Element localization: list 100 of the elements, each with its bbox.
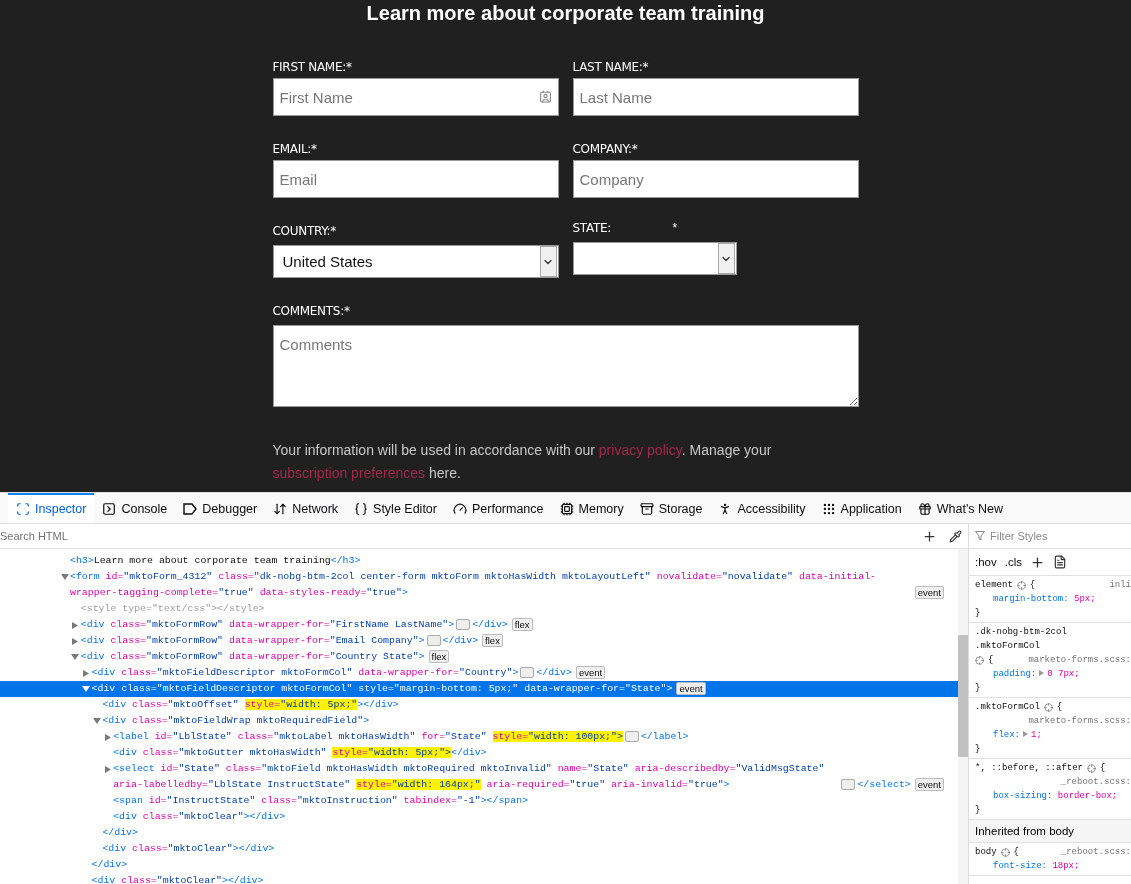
- code-text: <div class="mktoGutter mktoHasWidth" style="width: 5px;"></div>: [113, 746, 487, 760]
- chip-icon: [559, 502, 574, 516]
- node-badge[interactable]: event: [575, 666, 606, 679]
- code-text: <div class="mktoFieldDescriptor mktoFormCol" style="margin-bottom: 5px;" data-wrapper-for="State">: [91, 682, 673, 696]
- node-badge[interactable]: flex: [482, 634, 503, 647]
- rule-selector: .mktoFormCol: [975, 701, 1040, 714]
- expand-arrow-icon[interactable]: [71, 638, 80, 645]
- crosshair-icon[interactable]: [1087, 763, 1097, 773]
- rule-source[interactable]: marketo-forms.scss:: [1028, 714, 1131, 728]
- field-label: EMAIL:*: [272, 141, 317, 156]
- collapsed-content-icon[interactable]: [520, 667, 535, 678]
- style-toggle[interactable]: :hov: [975, 556, 997, 568]
- collapsed-content-icon[interactable]: [624, 731, 639, 742]
- document-icon[interactable]: [1053, 555, 1067, 569]
- field-label: COMPANY:*: [572, 141, 638, 156]
- gift-icon: [917, 502, 932, 516]
- css-declaration: box-sizing: border-box;: [992, 790, 1119, 803]
- code-text: <div class="mktoFormRow" data-wrapper-for="FirstName LastName">: [80, 618, 455, 632]
- devtools-tab[interactable]: Network: [265, 493, 347, 523]
- node-badge[interactable]: flex: [511, 618, 533, 631]
- text-field[interactable]: Email: [272, 160, 559, 198]
- consent-text: Your information will be used in accordance with our privacy policy. Manage your subscription preferences here.: [272, 441, 773, 483]
- code-text: <div class="mktoFieldWrap mktoRequiredField">: [102, 714, 370, 728]
- tag-icon: [183, 503, 198, 515]
- rule-brace: {: [988, 654, 994, 667]
- dropdown-button[interactable]: [539, 246, 557, 277]
- rule-source[interactable]: marketo-forms.scss:: [1028, 653, 1131, 667]
- devtools-tab[interactable]: Console: [94, 493, 176, 523]
- arrows-icon: [273, 502, 288, 516]
- gauge-icon: [452, 502, 467, 516]
- rule-source[interactable]: inli: [1109, 578, 1131, 592]
- code-text: <div class="mktoFormRow" data-wrapper-for="Country State">: [80, 650, 425, 664]
- rule-source[interactable]: _reboot.scss:: [1060, 775, 1131, 789]
- contact-card-icon[interactable]: [538, 90, 552, 103]
- expand-arrow-icon[interactable]: [82, 686, 91, 693]
- devtools-tab[interactable]: Storage: [631, 493, 711, 523]
- crosshair-icon[interactable]: [1016, 580, 1026, 590]
- expand-arrow-icon[interactable]: [103, 734, 112, 741]
- crosshair-icon[interactable]: [975, 655, 984, 665]
- css-declaration: margin-bottom: 5px;: [992, 593, 1097, 606]
- css-declaration: padding: 0 7px;: [992, 668, 1081, 681]
- rule-selector: body: [975, 846, 997, 859]
- select-field[interactable]: [572, 242, 737, 275]
- devtools-tab[interactable]: What's New: [909, 493, 1011, 523]
- code-text: <div class="mktoClear"></div>: [102, 842, 275, 856]
- expand-arrow-icon[interactable]: [71, 622, 80, 629]
- crosshair-icon[interactable]: [1000, 847, 1010, 857]
- inspector-icon: [16, 502, 30, 516]
- text-field[interactable]: Company: [572, 160, 859, 198]
- text-field[interactable]: First Name: [272, 78, 559, 116]
- devtools-tab[interactable]: Accessibility: [710, 493, 814, 523]
- rule-selector: .dk-nobg-btm-2col .mktoFormCol: [975, 626, 1068, 653]
- expand-arrow-icon[interactable]: [82, 670, 91, 677]
- rule-brace: {: [1029, 579, 1036, 592]
- code-text: </label>: [640, 730, 689, 744]
- devtools-tab[interactable]: Inspector: [8, 493, 95, 523]
- select-field[interactable]: United States: [272, 245, 559, 278]
- collapsed-content-icon[interactable]: [426, 635, 441, 646]
- selected-row[interactable]: <div class="mktoFieldDescriptor mktoFormCol" style="margin-bottom: 5px;" data-wrapper-for="State"> event: [0, 681, 958, 697]
- field-label: STATE:: [572, 220, 611, 235]
- braces-icon: [354, 502, 369, 516]
- field-label: LAST NAME:*: [572, 59, 649, 74]
- collapsed-content-icon[interactable]: [841, 779, 856, 790]
- node-badge[interactable]: event: [676, 682, 706, 695]
- devtools-tab[interactable]: Debugger: [175, 493, 266, 523]
- comments-field[interactable]: Comments: [272, 325, 859, 407]
- devtools-tab[interactable]: Application: [813, 493, 910, 523]
- expand-arrow-icon[interactable]: [103, 766, 112, 773]
- node-badge[interactable]: flex: [428, 650, 450, 663]
- code-text: <form id="mktoForm_4312" class="dk-nobg-btm-2col center-form mktoForm mktoHasWidth mktoLayoutLeft" novalidate="novalidate" data-initial-wrapper-tagging-complete="true" data-styles-ready="true">: [70, 570, 877, 600]
- expand-arrow-icon[interactable]: [92, 718, 101, 725]
- text-field[interactable]: Last Name: [572, 78, 859, 116]
- collapsed-content-icon[interactable]: [456, 619, 471, 630]
- form-heading: Learn more about corporate team training: [366, 1, 765, 26]
- crosshair-icon[interactable]: [1043, 702, 1053, 712]
- node-badge[interactable]: event: [914, 586, 944, 599]
- code-text: </div>: [102, 826, 138, 840]
- expand-arrow-icon[interactable]: [71, 654, 80, 661]
- code-text: <div class="mktoFieldDescriptor mktoFormCol" data-wrapper-for="Country">: [91, 666, 519, 680]
- field-label: COUNTRY:*: [272, 223, 337, 238]
- devtools-tab[interactable]: Style Editor: [346, 493, 445, 523]
- scrollbar[interactable]: [958, 549, 968, 884]
- devtools-tab[interactable]: Performance: [444, 493, 552, 523]
- style-toggle[interactable]: .cls: [1004, 556, 1022, 568]
- rule-selector: element: [975, 579, 1013, 592]
- code-text: <div class="mktoOffset" style="width: 5px;"></div>: [102, 698, 399, 712]
- code-text: </select>: [857, 778, 911, 792]
- rule-source[interactable]: _reboot.scss:: [1060, 845, 1131, 859]
- eyedropper-icon: [949, 529, 962, 543]
- expand-arrow-icon[interactable]: [60, 574, 69, 581]
- add-rule-icon[interactable]: [1030, 554, 1045, 570]
- code-text: </div>: [472, 618, 508, 632]
- rule-brace: }: [975, 682, 982, 695]
- css-declaration: font-size: 18px;: [992, 860, 1081, 873]
- archive-icon: [639, 502, 654, 516]
- dropdown-button[interactable]: [717, 243, 735, 274]
- node-badge[interactable]: event: [914, 778, 944, 791]
- devtools-tab[interactable]: Memory: [551, 493, 632, 523]
- field-label: FIRST NAME:*: [272, 59, 352, 74]
- rule-brace: }: [975, 804, 982, 817]
